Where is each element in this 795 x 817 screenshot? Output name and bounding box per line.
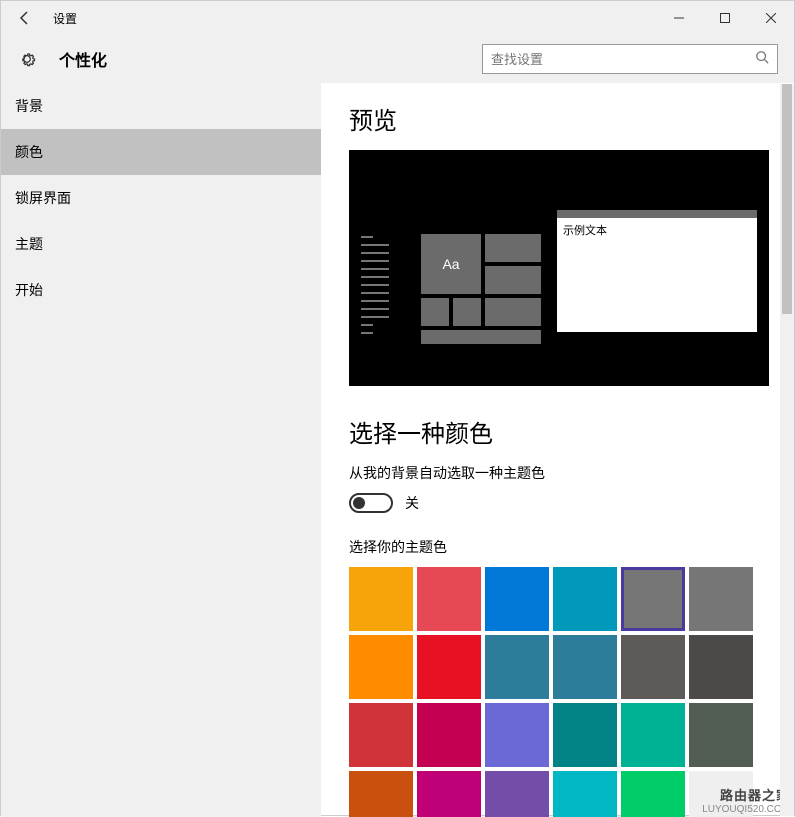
theme-preview: Aa 示例文本	[349, 150, 769, 386]
sidebar: 背景颜色锁屏界面主题开始	[1, 83, 321, 817]
search-input[interactable]	[491, 52, 755, 67]
nav-item-2[interactable]: 锁屏界面	[1, 175, 321, 221]
settings-icon	[15, 47, 39, 71]
search-box[interactable]	[482, 44, 778, 74]
color-swatch[interactable]	[417, 703, 481, 767]
scrollbar-thumb[interactable]	[782, 84, 792, 314]
nav-item-3[interactable]: 主题	[1, 221, 321, 267]
color-swatch[interactable]	[349, 635, 413, 699]
header: 个性化	[1, 35, 794, 83]
color-swatch[interactable]	[689, 771, 753, 817]
color-swatch[interactable]	[485, 771, 549, 817]
swatch-heading: 选择你的主题色	[349, 537, 766, 557]
color-swatch[interactable]	[485, 703, 549, 767]
auto-color-toggle[interactable]	[349, 493, 393, 513]
minimize-icon	[674, 13, 684, 23]
content-pane: 预览 Aa	[321, 83, 794, 817]
nav-item-0[interactable]: 背景	[1, 83, 321, 129]
color-swatch[interactable]	[417, 635, 481, 699]
auto-pick-label: 从我的背景自动选取一种主题色	[349, 463, 766, 483]
nav-item-1[interactable]: 颜色	[1, 129, 321, 175]
gear-icon	[17, 49, 37, 69]
search-icon	[755, 50, 769, 69]
color-swatch[interactable]	[417, 567, 481, 631]
preview-heading: 预览	[349, 101, 766, 136]
scrollbar[interactable]	[780, 84, 794, 816]
color-swatch[interactable]	[485, 635, 549, 699]
close-button[interactable]	[748, 2, 794, 34]
color-swatch[interactable]	[621, 635, 685, 699]
color-swatch[interactable]	[689, 635, 753, 699]
color-swatch[interactable]	[349, 771, 413, 817]
color-swatch[interactable]	[689, 567, 753, 631]
color-swatch[interactable]	[621, 771, 685, 817]
color-swatch[interactable]	[417, 771, 481, 817]
close-icon	[766, 13, 776, 23]
color-swatch[interactable]	[553, 567, 617, 631]
color-swatch[interactable]	[553, 703, 617, 767]
nav-item-4[interactable]: 开始	[1, 267, 321, 313]
toggle-state-label: 关	[405, 493, 419, 513]
minimize-button[interactable]	[656, 2, 702, 34]
preview-tile-large: Aa	[421, 234, 481, 294]
color-swatch[interactable]	[485, 567, 549, 631]
color-swatch[interactable]	[349, 703, 413, 767]
color-swatch[interactable]	[553, 635, 617, 699]
titlebar: 设置	[1, 1, 794, 35]
back-button[interactable]	[9, 2, 41, 34]
choose-color-heading: 选择一种颜色	[349, 414, 766, 449]
arrow-left-icon	[17, 10, 33, 26]
color-swatch[interactable]	[349, 567, 413, 631]
color-swatch[interactable]	[553, 771, 617, 817]
preview-sample-text: 示例文本	[557, 218, 757, 242]
color-swatch-grid	[349, 567, 766, 817]
window-title: 设置	[53, 10, 77, 27]
preview-tiles: Aa	[421, 234, 541, 344]
color-swatch[interactable]	[689, 703, 753, 767]
window-controls	[656, 2, 794, 34]
maximize-icon	[720, 13, 730, 23]
page-title: 个性化	[59, 47, 107, 71]
preview-start-list	[361, 236, 395, 340]
maximize-button[interactable]	[702, 2, 748, 34]
color-swatch[interactable]	[621, 567, 685, 631]
color-swatch[interactable]	[621, 703, 685, 767]
preview-window: 示例文本	[557, 210, 757, 332]
